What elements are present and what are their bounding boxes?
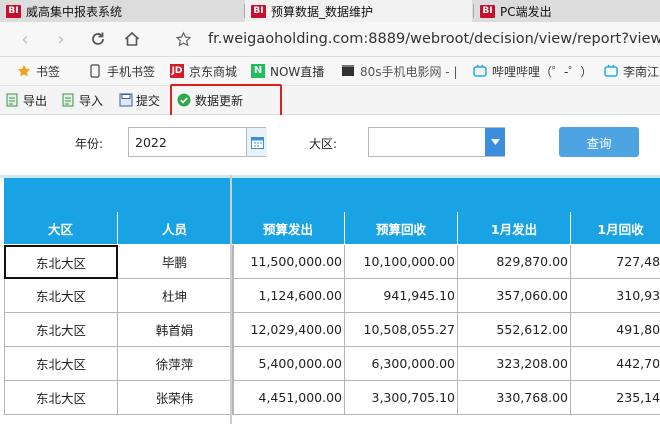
bilibili-icon	[604, 64, 618, 78]
table-cell[interactable]: 491,803	[571, 313, 660, 347]
highlight-box	[170, 84, 282, 118]
chevron-down-icon[interactable]	[485, 128, 505, 156]
table-cell[interactable]: 310,934	[571, 279, 660, 313]
year-value: 2022	[135, 135, 167, 150]
browser-tab-bar: BI 威高集中报表系统 BI 预算数据_数据维护 BI PC端发出	[0, 0, 660, 22]
import-label: 导入	[79, 93, 104, 108]
bookmark-item[interactable]: 手机书签	[88, 62, 155, 80]
bookmark-item[interactable]: JD 京东商城	[170, 62, 237, 80]
bilibili-icon	[473, 64, 487, 78]
table-cell[interactable]: 235,146	[571, 381, 660, 415]
table-cell[interactable]: 12,029,400.00	[232, 313, 345, 347]
table-cell[interactable]: 941,945.10	[345, 279, 458, 313]
bookmark-item[interactable]: 书签	[17, 62, 60, 80]
column-header: 1月发出	[458, 212, 571, 245]
report-toolbar: 导出 导入 提交 数据更新	[0, 86, 660, 115]
column-header: 预算回收	[345, 212, 458, 245]
bookmark-label: 80s手机电影网 - |	[360, 64, 458, 79]
table-cell[interactable]: 1,124,600.00	[232, 279, 345, 313]
submit-label: 提交	[136, 93, 161, 108]
table-cell[interactable]: 东北大区	[4, 381, 118, 415]
tab-title: 预算数据_数据维护	[271, 4, 374, 19]
export-button[interactable]: 导出	[6, 91, 47, 109]
bi-logo-icon: BI	[6, 4, 21, 18]
table-cell[interactable]: 杜坤	[118, 279, 232, 313]
browser-tab-active[interactable]: BI 预算数据_数据维护	[245, 0, 472, 22]
bookmark-label: 李南江	[623, 64, 660, 79]
browser-tab[interactable]: BI PC端发出	[474, 0, 660, 22]
film-icon	[341, 64, 355, 78]
home-icon[interactable]	[121, 28, 143, 50]
bookmark-label: 京东商城	[189, 64, 238, 79]
forward-icon[interactable]: ›	[50, 28, 72, 50]
bookmark-item[interactable]: N NOW直播	[251, 62, 324, 80]
tab-title: 威高集中报表系统	[26, 4, 123, 19]
bookmark-item[interactable]: 80s手机电影网 - |	[341, 62, 458, 80]
export-label: 导出	[23, 93, 48, 108]
table-cell[interactable]: 11,500,000.00	[232, 245, 345, 279]
reload-icon[interactable]	[87, 28, 109, 50]
table-cell[interactable]: 10,100,000.00	[345, 245, 458, 279]
bi-logo-icon: BI	[251, 4, 266, 18]
table-cell[interactable]: 10,508,055.27	[345, 313, 458, 347]
tab-title: PC端发出	[500, 4, 552, 19]
submit-button[interactable]: 提交	[119, 91, 160, 109]
save-icon	[119, 93, 133, 107]
column-header: 大区	[4, 212, 118, 245]
phone-icon	[88, 64, 102, 78]
table-cell[interactable]: 552,612.00	[458, 313, 571, 347]
bookmark-label: 手机书签	[107, 64, 156, 79]
export-icon	[6, 93, 19, 107]
url-field[interactable]: fr.weigaoholding.com:8889/webroot/decisi…	[208, 28, 660, 50]
table-cell[interactable]: 徐萍萍	[118, 347, 232, 381]
frozen-column-divider	[230, 175, 232, 424]
table-cell[interactable]: 东北大区	[4, 347, 118, 381]
jd-icon: JD	[170, 64, 184, 78]
bookmark-item[interactable]: 李南江	[604, 62, 660, 80]
bookmark-item[interactable]: 哔哩哔哩（゜-゜）つ	[473, 62, 591, 80]
table-grid: 大区 人员 预算发出 预算回收 1月发出 1月回收 东北大区 毕鹏 11,500,000.00 1…	[0, 175, 660, 424]
table-cell[interactable]: 442,700	[571, 347, 660, 381]
bi-logo-icon: BI	[480, 4, 495, 18]
table-cell[interactable]: 4,451,000.00	[232, 381, 345, 415]
bookmarks-bar: 书签 手机书签 JD 京东商城 N NOW直播 80s手机电影网 - | 哔哩哔…	[0, 57, 660, 86]
data-table: 大区 人员 预算发出 预算回收 1月发出 1月回收 东北大区 毕鹏 11,500,000.00 1…	[0, 175, 660, 424]
bookmark-label: NOW直播	[270, 64, 325, 79]
calendar-icon[interactable]	[246, 128, 267, 156]
bookmark-star-icon[interactable]	[172, 28, 194, 50]
region-label: 大区:	[309, 137, 338, 151]
import-button[interactable]: 导入	[62, 91, 103, 109]
table-cell[interactable]: 357,060.00	[458, 279, 571, 313]
table-cell[interactable]: 727,481	[571, 245, 660, 279]
back-icon[interactable]: ‹	[14, 28, 36, 50]
column-header: 人员	[118, 212, 232, 245]
table-cell[interactable]: 毕鹏	[118, 245, 232, 279]
address-bar: ‹ › fr.weigaoholding.com:8889/webroot/de…	[0, 22, 660, 57]
table-cell[interactable]: 东北大区	[4, 313, 118, 347]
table-cell[interactable]: 829,870.00	[458, 245, 571, 279]
table-cell[interactable]: 323,208.00	[458, 347, 571, 381]
table-cell[interactable]: 东北大区	[4, 279, 118, 313]
table-cell[interactable]: 6,300,000.00	[345, 347, 458, 381]
table-cell[interactable]: 张荣伟	[118, 381, 232, 415]
year-field[interactable]: 2022	[128, 127, 267, 157]
bookmark-label: 哔哩哔哩（゜-゜）つ	[492, 64, 591, 79]
bookmark-label: 书签	[36, 64, 61, 79]
table-cell[interactable]: 韩首娟	[118, 313, 232, 347]
star-icon	[17, 64, 31, 78]
region-select[interactable]	[368, 127, 505, 157]
table-cell[interactable]: 3,300,705.10	[345, 381, 458, 415]
year-label: 年份:	[75, 137, 104, 151]
query-button[interactable]: 查询	[559, 127, 639, 157]
column-header: 预算发出	[232, 212, 345, 245]
now-icon: N	[251, 64, 265, 78]
import-icon	[62, 93, 75, 107]
browser-tab[interactable]: BI 威高集中报表系统	[0, 0, 244, 22]
table-cell[interactable]: 东北大区	[4, 245, 118, 279]
column-header: 1月回收	[571, 212, 660, 245]
table-cell[interactable]: 5,400,000.00	[232, 347, 345, 381]
table-cell[interactable]: 330,768.00	[458, 381, 571, 415]
